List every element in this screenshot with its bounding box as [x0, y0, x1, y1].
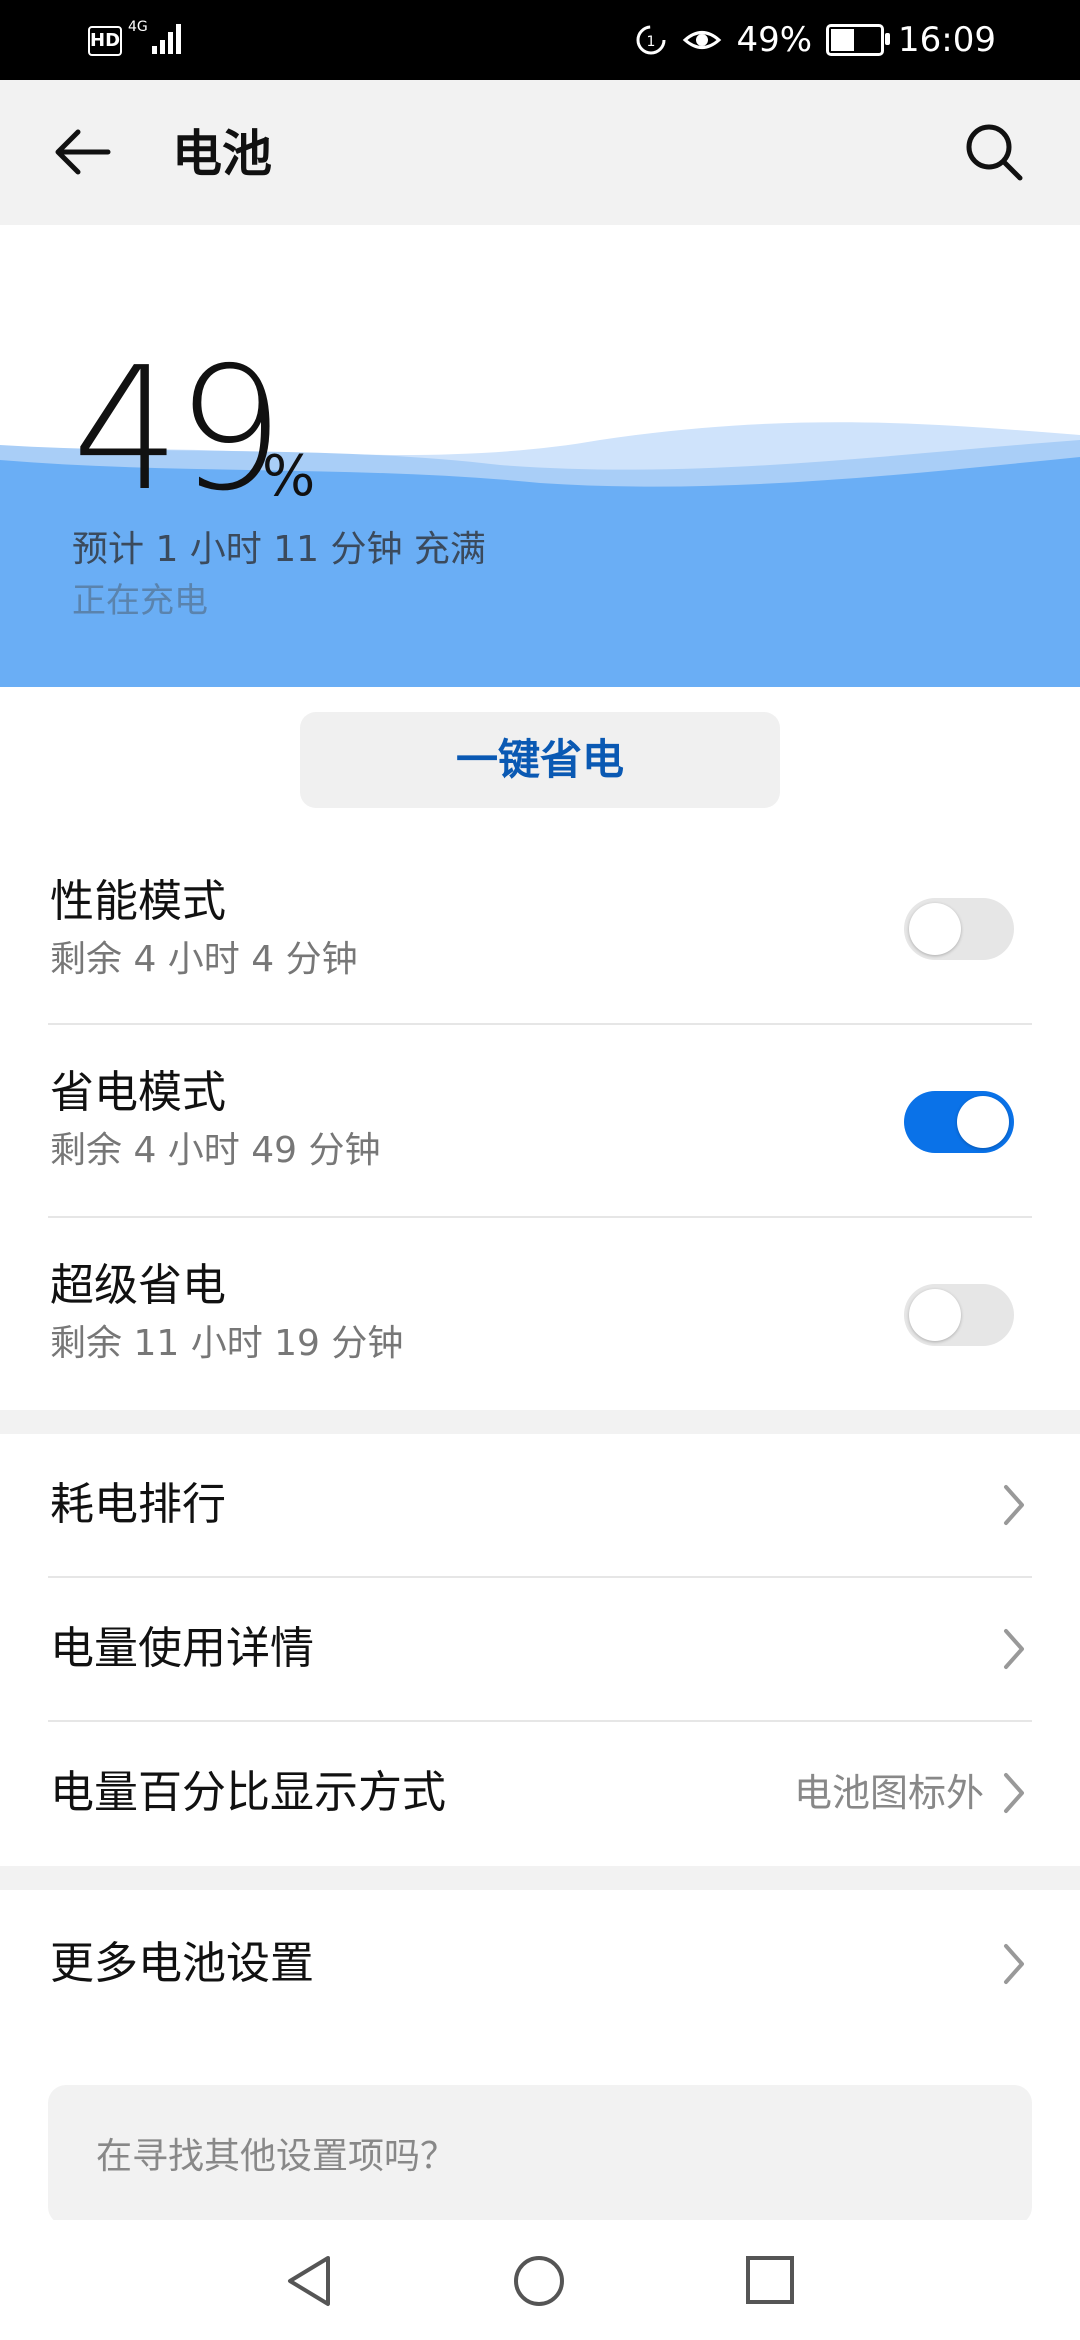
settings-item-label: 耗电排行: [50, 1479, 226, 1530]
toggle-knob: [909, 1289, 961, 1341]
settings-item-label: 更多电池设置: [50, 1938, 314, 1989]
one-key-save-button[interactable]: 一键省电: [300, 712, 780, 808]
settings-item-more-battery[interactable]: 更多电池设置: [0, 1890, 1080, 2040]
mode-title: 性能模式: [50, 876, 226, 927]
settings-item-percentage-display[interactable]: 电量百分比显示方式 电池图标外: [0, 1722, 1080, 1864]
battery-hero: 49 % 预计 1 小时 11 分钟 充满 正在充电: [0, 225, 1080, 687]
percent-sign: %: [262, 444, 316, 509]
chevron-right-icon: [1004, 1485, 1024, 1525]
search-prompt-text: 在寻找其他设置项吗？: [96, 2136, 457, 2177]
mode-row-performance[interactable]: 性能模式 剩余 4 小时 4 分钟: [0, 860, 1080, 1023]
status-bar: HD 4G 1 49% 16:09: [0, 0, 1080, 80]
battery-charging-icon: [826, 24, 891, 56]
battery-percent-big: 49: [72, 331, 284, 529]
arrow-left-icon[interactable]: [50, 120, 114, 184]
page-title: 电池: [172, 125, 272, 183]
battery-percent-text: 49%: [736, 20, 813, 60]
settings-item-label: 电量百分比显示方式: [50, 1767, 446, 1818]
section-gap: [0, 1410, 1080, 1434]
eye-comfort-icon: [683, 31, 722, 49]
mode-title: 超级省电: [50, 1260, 226, 1311]
status-right: 1 49% 16:09: [634, 18, 996, 62]
mode-row-power-saving[interactable]: 省电模式 剩余 4 小时 49 分钟: [0, 1025, 1080, 1215]
hd-icon: HD: [88, 26, 122, 56]
system-nav-bar: [0, 2220, 1080, 2340]
mode-subtitle: 剩余 11 小时 19 分钟: [50, 1323, 404, 1364]
svg-text:1: 1: [647, 34, 656, 50]
chevron-right-icon: [1004, 1773, 1024, 1813]
network-type: 4G: [128, 19, 148, 35]
data-saver-icon: 1: [636, 25, 666, 55]
signal-icon: [152, 24, 181, 54]
search-icon[interactable]: [962, 120, 1026, 184]
mode-subtitle: 剩余 4 小时 49 分钟: [50, 1130, 381, 1171]
settings-item-value: 电池图标外: [793, 1771, 984, 1815]
mode-row-ultra-saving[interactable]: 超级省电 剩余 11 小时 19 分钟: [0, 1218, 1080, 1408]
mode-subtitle: 剩余 4 小时 4 分钟: [50, 939, 358, 980]
app-bar: 电池: [0, 80, 1080, 225]
chevron-right-icon: [1004, 1629, 1024, 1669]
toggle-knob: [957, 1096, 1009, 1148]
power-saving-mode-toggle[interactable]: [904, 1091, 1014, 1153]
section-gap: [0, 1866, 1080, 1890]
clock: 16:09: [898, 20, 996, 60]
mode-title: 省电模式: [50, 1067, 226, 1118]
charging-status: 正在充电: [72, 581, 208, 621]
search-other-settings[interactable]: 在寻找其他设置项吗？: [48, 2085, 1032, 2225]
settings-item-label: 电量使用详情: [50, 1623, 314, 1674]
settings-item-usage-details[interactable]: 电量使用详情: [0, 1578, 1080, 1720]
charge-eta: 预计 1 小时 11 分钟 充满: [72, 529, 486, 570]
ultra-saving-mode-toggle[interactable]: [904, 1284, 1014, 1346]
nav-home-icon[interactable]: [512, 2254, 566, 2308]
nav-recents-icon[interactable]: [744, 2254, 796, 2306]
nav-back-icon[interactable]: [284, 2254, 334, 2308]
toggle-knob: [909, 903, 961, 955]
chevron-right-icon: [1004, 1944, 1024, 1984]
settings-item-power-ranking[interactable]: 耗电排行: [0, 1434, 1080, 1576]
performance-mode-toggle[interactable]: [904, 898, 1014, 960]
